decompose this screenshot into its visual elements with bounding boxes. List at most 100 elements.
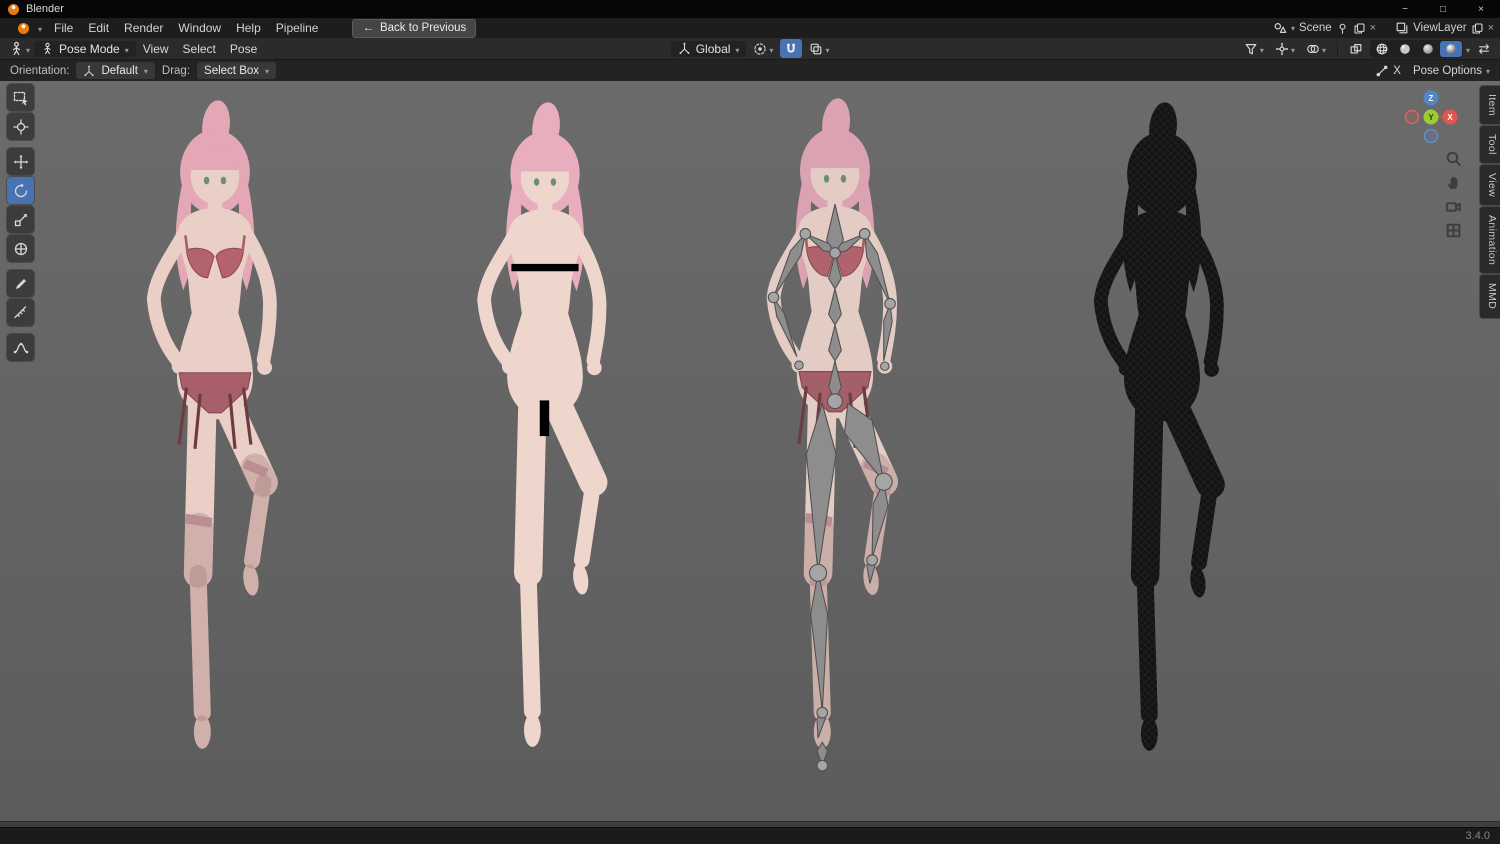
- shading-rendered-button[interactable]: [1439, 40, 1462, 57]
- menu-pipeline[interactable]: Pipeline: [269, 20, 326, 36]
- maximize-button[interactable]: □: [1424, 0, 1462, 18]
- close-button[interactable]: ×: [1462, 0, 1500, 18]
- scale-icon: [13, 212, 29, 228]
- sidebar-tabs: Item Tool View Animation MMD: [1480, 86, 1500, 318]
- mirror-x-label: X: [1393, 64, 1401, 77]
- axis-y-label: Y: [1428, 113, 1434, 122]
- rendered-sphere-icon: [1444, 42, 1458, 56]
- minimize-button[interactable]: −: [1386, 0, 1424, 18]
- model-solid-censored[interactable]: [422, 98, 668, 770]
- viewlayer-icon[interactable]: [1395, 21, 1409, 35]
- menu-window[interactable]: Window: [171, 20, 228, 36]
- tool-cursor-3d[interactable]: [7, 113, 34, 140]
- wireframe-sphere-icon: [1375, 42, 1389, 56]
- pose-options-dropdown[interactable]: Pose Options: [1413, 65, 1490, 77]
- new-viewlayer-icon[interactable]: [1471, 22, 1484, 35]
- funnel-icon: [1244, 42, 1258, 56]
- scene-icon[interactable]: [1273, 21, 1287, 35]
- remove-viewlayer-icon[interactable]: ×: [1488, 22, 1494, 34]
- tab-item[interactable]: Item: [1480, 86, 1500, 125]
- drag-mode-dropdown[interactable]: Select Box: [197, 62, 277, 79]
- scene-selector: Scene ×: [1273, 21, 1376, 35]
- shading-material-button[interactable]: [1417, 41, 1439, 57]
- tool-tweak-select[interactable]: [7, 84, 34, 111]
- overlays-icon: [1306, 42, 1320, 56]
- model-textured-underwear[interactable]: [92, 96, 338, 772]
- shading-wireframe-button[interactable]: [1371, 41, 1393, 57]
- blender-logo-icon: [8, 3, 19, 15]
- tab-mmd[interactable]: MMD: [1480, 275, 1500, 318]
- tool-rotate[interactable]: [7, 177, 34, 204]
- snap-toggle-button[interactable]: [780, 39, 803, 58]
- tool-transform[interactable]: [7, 235, 34, 262]
- selectability-filter-button[interactable]: [1240, 39, 1268, 58]
- ortho-toggle-button[interactable]: [1441, 218, 1465, 242]
- pose-options-label: Pose Options: [1412, 64, 1482, 77]
- 3d-viewport[interactable]: X Z Y Item Tool View Animation MMD: [0, 80, 1500, 822]
- show-gizmo-button[interactable]: [1271, 39, 1299, 58]
- navigation-gizmo[interactable]: X Z Y: [1403, 89, 1459, 145]
- tool-pose-breakdowner[interactable]: [7, 334, 34, 361]
- camera-view-button[interactable]: [1441, 194, 1465, 218]
- zoom-button[interactable]: [1441, 146, 1465, 170]
- editor-3d-viewport-icon: [9, 41, 24, 56]
- menu-file[interactable]: File: [47, 20, 80, 36]
- chevron-down-icon: [769, 42, 773, 56]
- app-menu-button[interactable]: [6, 21, 46, 35]
- new-scene-icon[interactable]: [1353, 22, 1366, 35]
- tool-annotate[interactable]: [7, 270, 34, 297]
- model-armature-bones[interactable]: [712, 94, 958, 772]
- unlink-scene-icon[interactable]: ×: [1370, 22, 1376, 34]
- menu-render[interactable]: Render: [117, 20, 170, 36]
- chevron-down-icon: [1291, 42, 1295, 56]
- toolbar: [7, 84, 34, 363]
- tool-scale[interactable]: [7, 206, 34, 233]
- back-to-previous-button[interactable]: ← Back to Previous: [352, 18, 477, 38]
- divider: [1336, 41, 1338, 56]
- menu-help[interactable]: Help: [229, 20, 268, 36]
- tool-move[interactable]: [7, 148, 34, 175]
- transform-controls: Global: [670, 39, 834, 58]
- snap-settings-button[interactable]: [805, 39, 833, 58]
- orientation-value: Global: [695, 41, 731, 56]
- pin-icon[interactable]: [1336, 22, 1349, 35]
- scene-name[interactable]: Scene: [1299, 22, 1332, 34]
- tab-tool[interactable]: Tool: [1480, 126, 1500, 163]
- measure-icon: [13, 305, 29, 321]
- tab-animation[interactable]: Animation: [1480, 207, 1500, 274]
- shading-options-chevron-icon[interactable]: [1466, 42, 1470, 56]
- axis-neg-z-ball[interactable]: [1423, 128, 1439, 144]
- swap-areas-button[interactable]: [1473, 39, 1495, 58]
- mode-dropdown[interactable]: Pose Mode: [34, 40, 136, 57]
- tool-measure[interactable]: [7, 299, 34, 326]
- hand-icon: [1445, 174, 1462, 191]
- shading-solid-button[interactable]: [1394, 41, 1416, 57]
- menu-edit[interactable]: Edit: [81, 20, 116, 36]
- pan-button[interactable]: [1441, 170, 1465, 194]
- mirror-x-toggle[interactable]: X: [1375, 64, 1401, 78]
- chevron-down-icon[interactable]: [1291, 22, 1295, 34]
- magnet-icon: [784, 42, 798, 56]
- orientation-dropdown[interactable]: Global: [670, 40, 747, 57]
- overlays-button[interactable]: [1302, 39, 1330, 58]
- material-sphere-icon: [1421, 42, 1435, 56]
- chevron-down-icon: [735, 42, 739, 56]
- chevron-down-icon: [26, 42, 30, 56]
- pivot-point-button[interactable]: [749, 39, 777, 58]
- menubar: File Edit Render Window Help Pipeline ← …: [0, 18, 1500, 38]
- xray-toggle-button[interactable]: [1345, 39, 1367, 58]
- viewlayer-name[interactable]: ViewLayer: [1413, 22, 1467, 34]
- menu-select[interactable]: Select: [176, 41, 223, 57]
- orientation-label: Orientation:: [10, 64, 70, 77]
- tool-orientation-dropdown[interactable]: Default: [76, 62, 155, 79]
- tab-view[interactable]: View: [1480, 164, 1500, 206]
- axis-neg-x-ball[interactable]: [1404, 109, 1420, 125]
- menu-pose[interactable]: Pose: [223, 41, 264, 57]
- editor-type-button[interactable]: [5, 39, 34, 58]
- viewport-header: Pose Mode View Select Pose Global: [0, 38, 1500, 59]
- menu-view[interactable]: View: [136, 41, 176, 57]
- transform-icon: [13, 241, 29, 257]
- rotate-icon: [13, 183, 29, 199]
- chevron-down-icon: [1486, 65, 1490, 77]
- model-wireframe-dark[interactable]: [1034, 98, 1290, 774]
